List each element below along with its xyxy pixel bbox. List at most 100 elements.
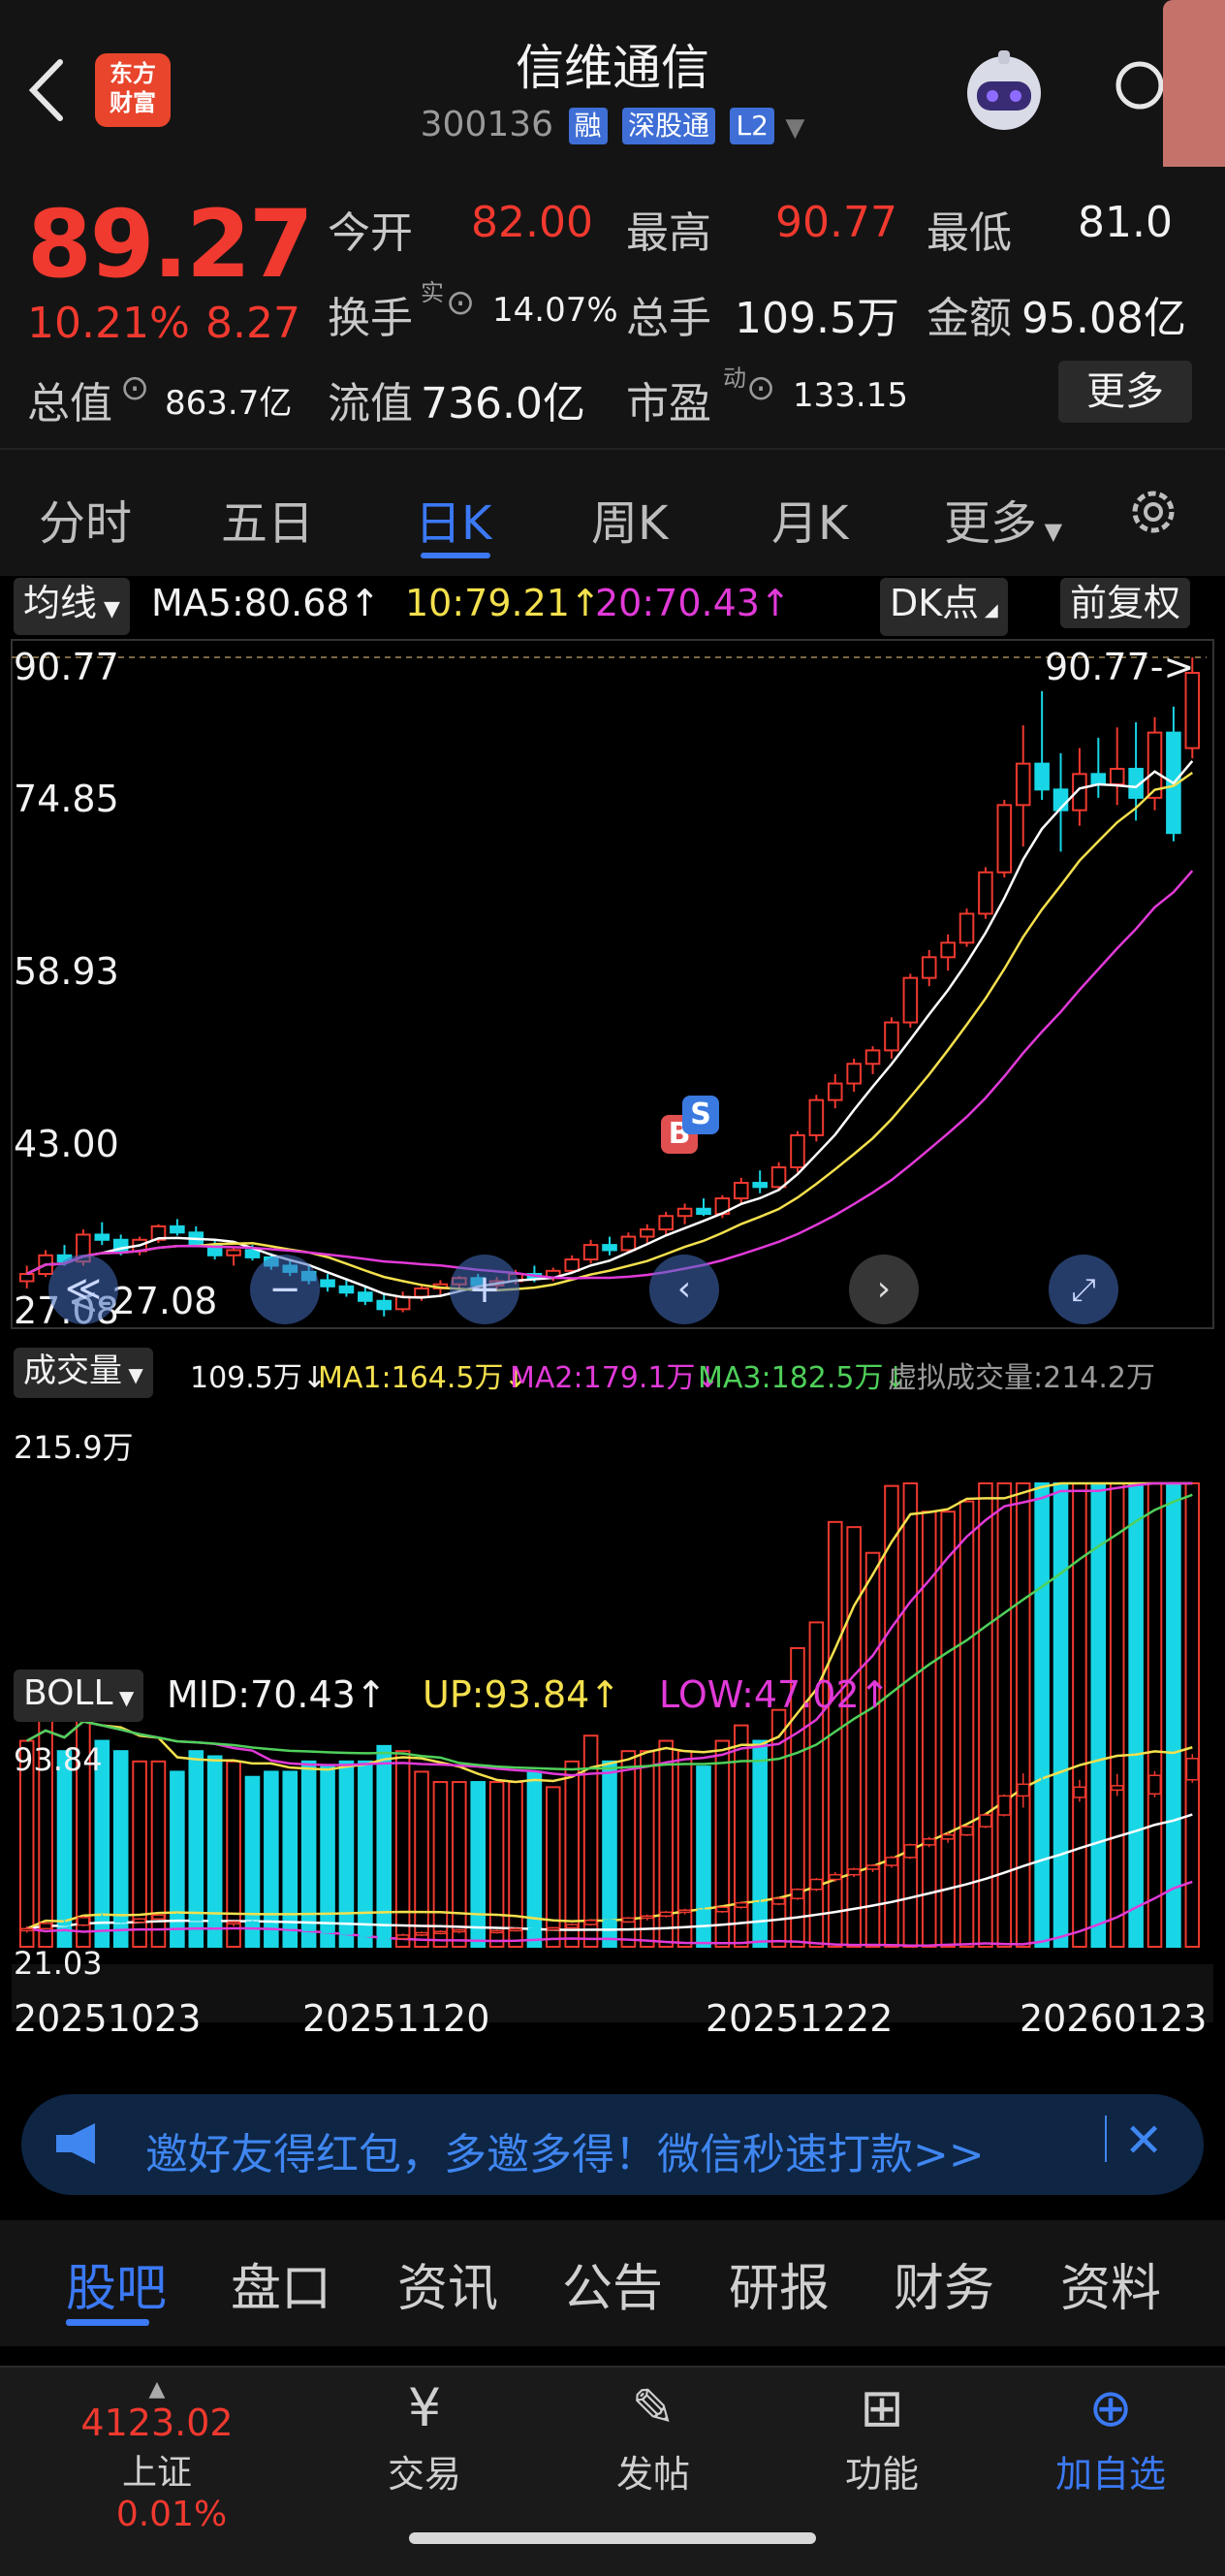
boll-candle-body <box>453 1928 466 1933</box>
virtual-volume: 虚拟成交量:214.2万 <box>888 1361 1155 1395</box>
fullscreen-icon[interactable]: ⤢ <box>1049 1255 1118 1324</box>
ma20-line <box>26 870 1194 1280</box>
boll-y-top: 93.84 <box>14 1741 103 1778</box>
trade-yen-icon: ¥ <box>407 2377 442 2438</box>
boll-selector[interactable]: BOLL ▼ <box>14 1670 144 1722</box>
boll-candle-body <box>359 1932 372 1937</box>
float-cap-value: 736.0亿 <box>421 379 585 429</box>
x-date-3: 20251222 <box>706 1997 894 2040</box>
volume-bar <box>940 1511 956 1948</box>
volume-bar <box>320 1765 335 1948</box>
volume-bar <box>394 1750 411 1948</box>
boll-candle-body <box>885 1857 898 1866</box>
ma-selector[interactable]: 均线 ▼ <box>14 578 130 635</box>
boll-candle-body <box>95 1917 109 1921</box>
info-icon[interactable]: ⊙ <box>120 368 149 408</box>
candle-body <box>733 1182 749 1200</box>
boll-candle-body <box>490 1929 504 1934</box>
candle-body <box>827 1082 843 1101</box>
adjust-button[interactable]: 前复权 <box>1060 578 1191 628</box>
tag-margin: 融 <box>568 108 608 144</box>
close-icon[interactable]: ✕ <box>1124 2114 1163 2168</box>
tab-profile[interactable]: 资料 <box>1060 2247 1161 2320</box>
boll-candle-body <box>20 1927 34 1932</box>
dropdown-caret-icon[interactable]: ▼ <box>785 113 804 143</box>
tab-orderbook[interactable]: 盘口 <box>231 2247 331 2320</box>
tab-monthly-k[interactable]: 月K <box>771 485 848 553</box>
boll-candle-body <box>189 1916 203 1922</box>
tab-daily-k[interactable]: 日K <box>415 485 491 553</box>
boll-y-bottom: 21.03 <box>14 1945 103 1982</box>
tab-financials[interactable]: 财务 <box>894 2247 994 2320</box>
boll-candle-body <box>959 1826 974 1836</box>
nav-functions[interactable]: ⊞ 功能 <box>785 2377 979 2497</box>
more-quote-button[interactable]: 更多 <box>1058 361 1192 423</box>
zoom-in-icon[interactable]: + <box>450 1255 519 1324</box>
tab-research[interactable]: 研报 <box>729 2247 830 2320</box>
ma-legend-row: 均线 ▼ MA5:80.68↑ 10:79.21↑ 20:70.43↑ DK点 … <box>0 574 1225 636</box>
candle-body <box>921 956 937 979</box>
grid-icon: ⊞ <box>860 2377 904 2438</box>
tab-forum[interactable]: 股吧 <box>66 2247 167 2320</box>
boll-candle-body <box>678 1909 692 1914</box>
boll-candle-body <box>621 1917 635 1924</box>
robot-assistant-icon[interactable] <box>959 47 1049 136</box>
candle-body <box>658 1215 674 1231</box>
boll-candle-body <box>715 1906 729 1913</box>
candle-body <box>846 1063 862 1085</box>
boll-candle-body <box>979 1814 992 1828</box>
zoom-out-icon[interactable]: − <box>250 1255 320 1324</box>
boll-candle-body <box>433 1930 447 1935</box>
volume-bar <box>864 1551 881 1948</box>
candle-body <box>696 1207 711 1216</box>
x-date-4: 20260123 <box>1020 1997 1208 2040</box>
dk-point-button[interactable]: DK点 ◢ <box>880 578 1008 636</box>
ma10-line <box>26 771 1194 1292</box>
nav-trade[interactable]: ¥ 交易 <box>328 2377 521 2497</box>
scroll-right-icon[interactable]: › <box>849 1255 919 1324</box>
boll-candle-body <box>753 1901 767 1906</box>
sell-marker[interactable]: S <box>682 1096 719 1134</box>
tab-five-day[interactable]: 五日 <box>221 485 314 553</box>
volume-bar <box>470 1781 487 1948</box>
volume-bar <box>733 1724 749 1948</box>
jump-first-icon[interactable]: ≪ <box>48 1255 118 1324</box>
volume-bar <box>1184 1482 1201 1948</box>
index-widget[interactable]: ▲ 4123.02 上证 0.01% <box>60 2377 254 2534</box>
candle-body <box>170 1224 185 1234</box>
boll-candle-body <box>377 1935 391 1940</box>
candle-body <box>752 1182 768 1189</box>
volume-bar <box>282 1770 298 1949</box>
tab-weekly-k[interactable]: 周K <box>591 485 668 553</box>
amount-value: 95.08亿 <box>1021 294 1186 343</box>
tab-more[interactable]: 更多 ▼ <box>944 485 1062 553</box>
scroll-left-icon[interactable]: ‹ <box>649 1255 719 1324</box>
tag-l2: L2 <box>730 108 774 144</box>
boll-candle-body <box>903 1844 917 1859</box>
nav-post[interactable]: ✎ 发帖 <box>556 2377 750 2497</box>
info-icon[interactable]: ⊙ <box>446 283 475 323</box>
boll-candle-body <box>1035 1783 1049 1793</box>
volume-bar <box>1166 1482 1181 1948</box>
boll-candle-body <box>565 1924 579 1929</box>
volume-current: 109.5万↓ <box>190 1361 328 1395</box>
volume-selector[interactable]: 成交量 ▼ <box>14 1348 153 1398</box>
tab-announcements[interactable]: 公告 <box>562 2247 663 2320</box>
boll-candle-body <box>1111 1785 1124 1792</box>
tab-news[interactable]: 资讯 <box>397 2247 498 2320</box>
volume-bar <box>1109 1482 1125 1948</box>
boll-candle-body <box>1073 1786 1086 1798</box>
candle-body <box>1109 767 1125 786</box>
volume-bar <box>1072 1482 1087 1948</box>
info-icon[interactable]: ⊙ <box>746 368 775 408</box>
boll-candle-body <box>584 1920 598 1925</box>
promo-text[interactable]: 邀好友得红包，多邀多得！微信秒速打款>> <box>145 2119 985 2181</box>
tab-intraday[interactable]: 分时 <box>39 485 132 553</box>
candle-body <box>18 1273 35 1283</box>
tag-connect: 深股通 <box>622 108 716 144</box>
open-label: 今开 <box>328 208 413 258</box>
settings-gear-icon[interactable] <box>1124 483 1182 545</box>
boll-candle-body <box>1017 1783 1030 1797</box>
vol-ma2: MA2:179.1万↓ <box>510 1361 720 1395</box>
nav-add-watchlist[interactable]: ⊕ 加自选 <box>1014 2377 1208 2497</box>
